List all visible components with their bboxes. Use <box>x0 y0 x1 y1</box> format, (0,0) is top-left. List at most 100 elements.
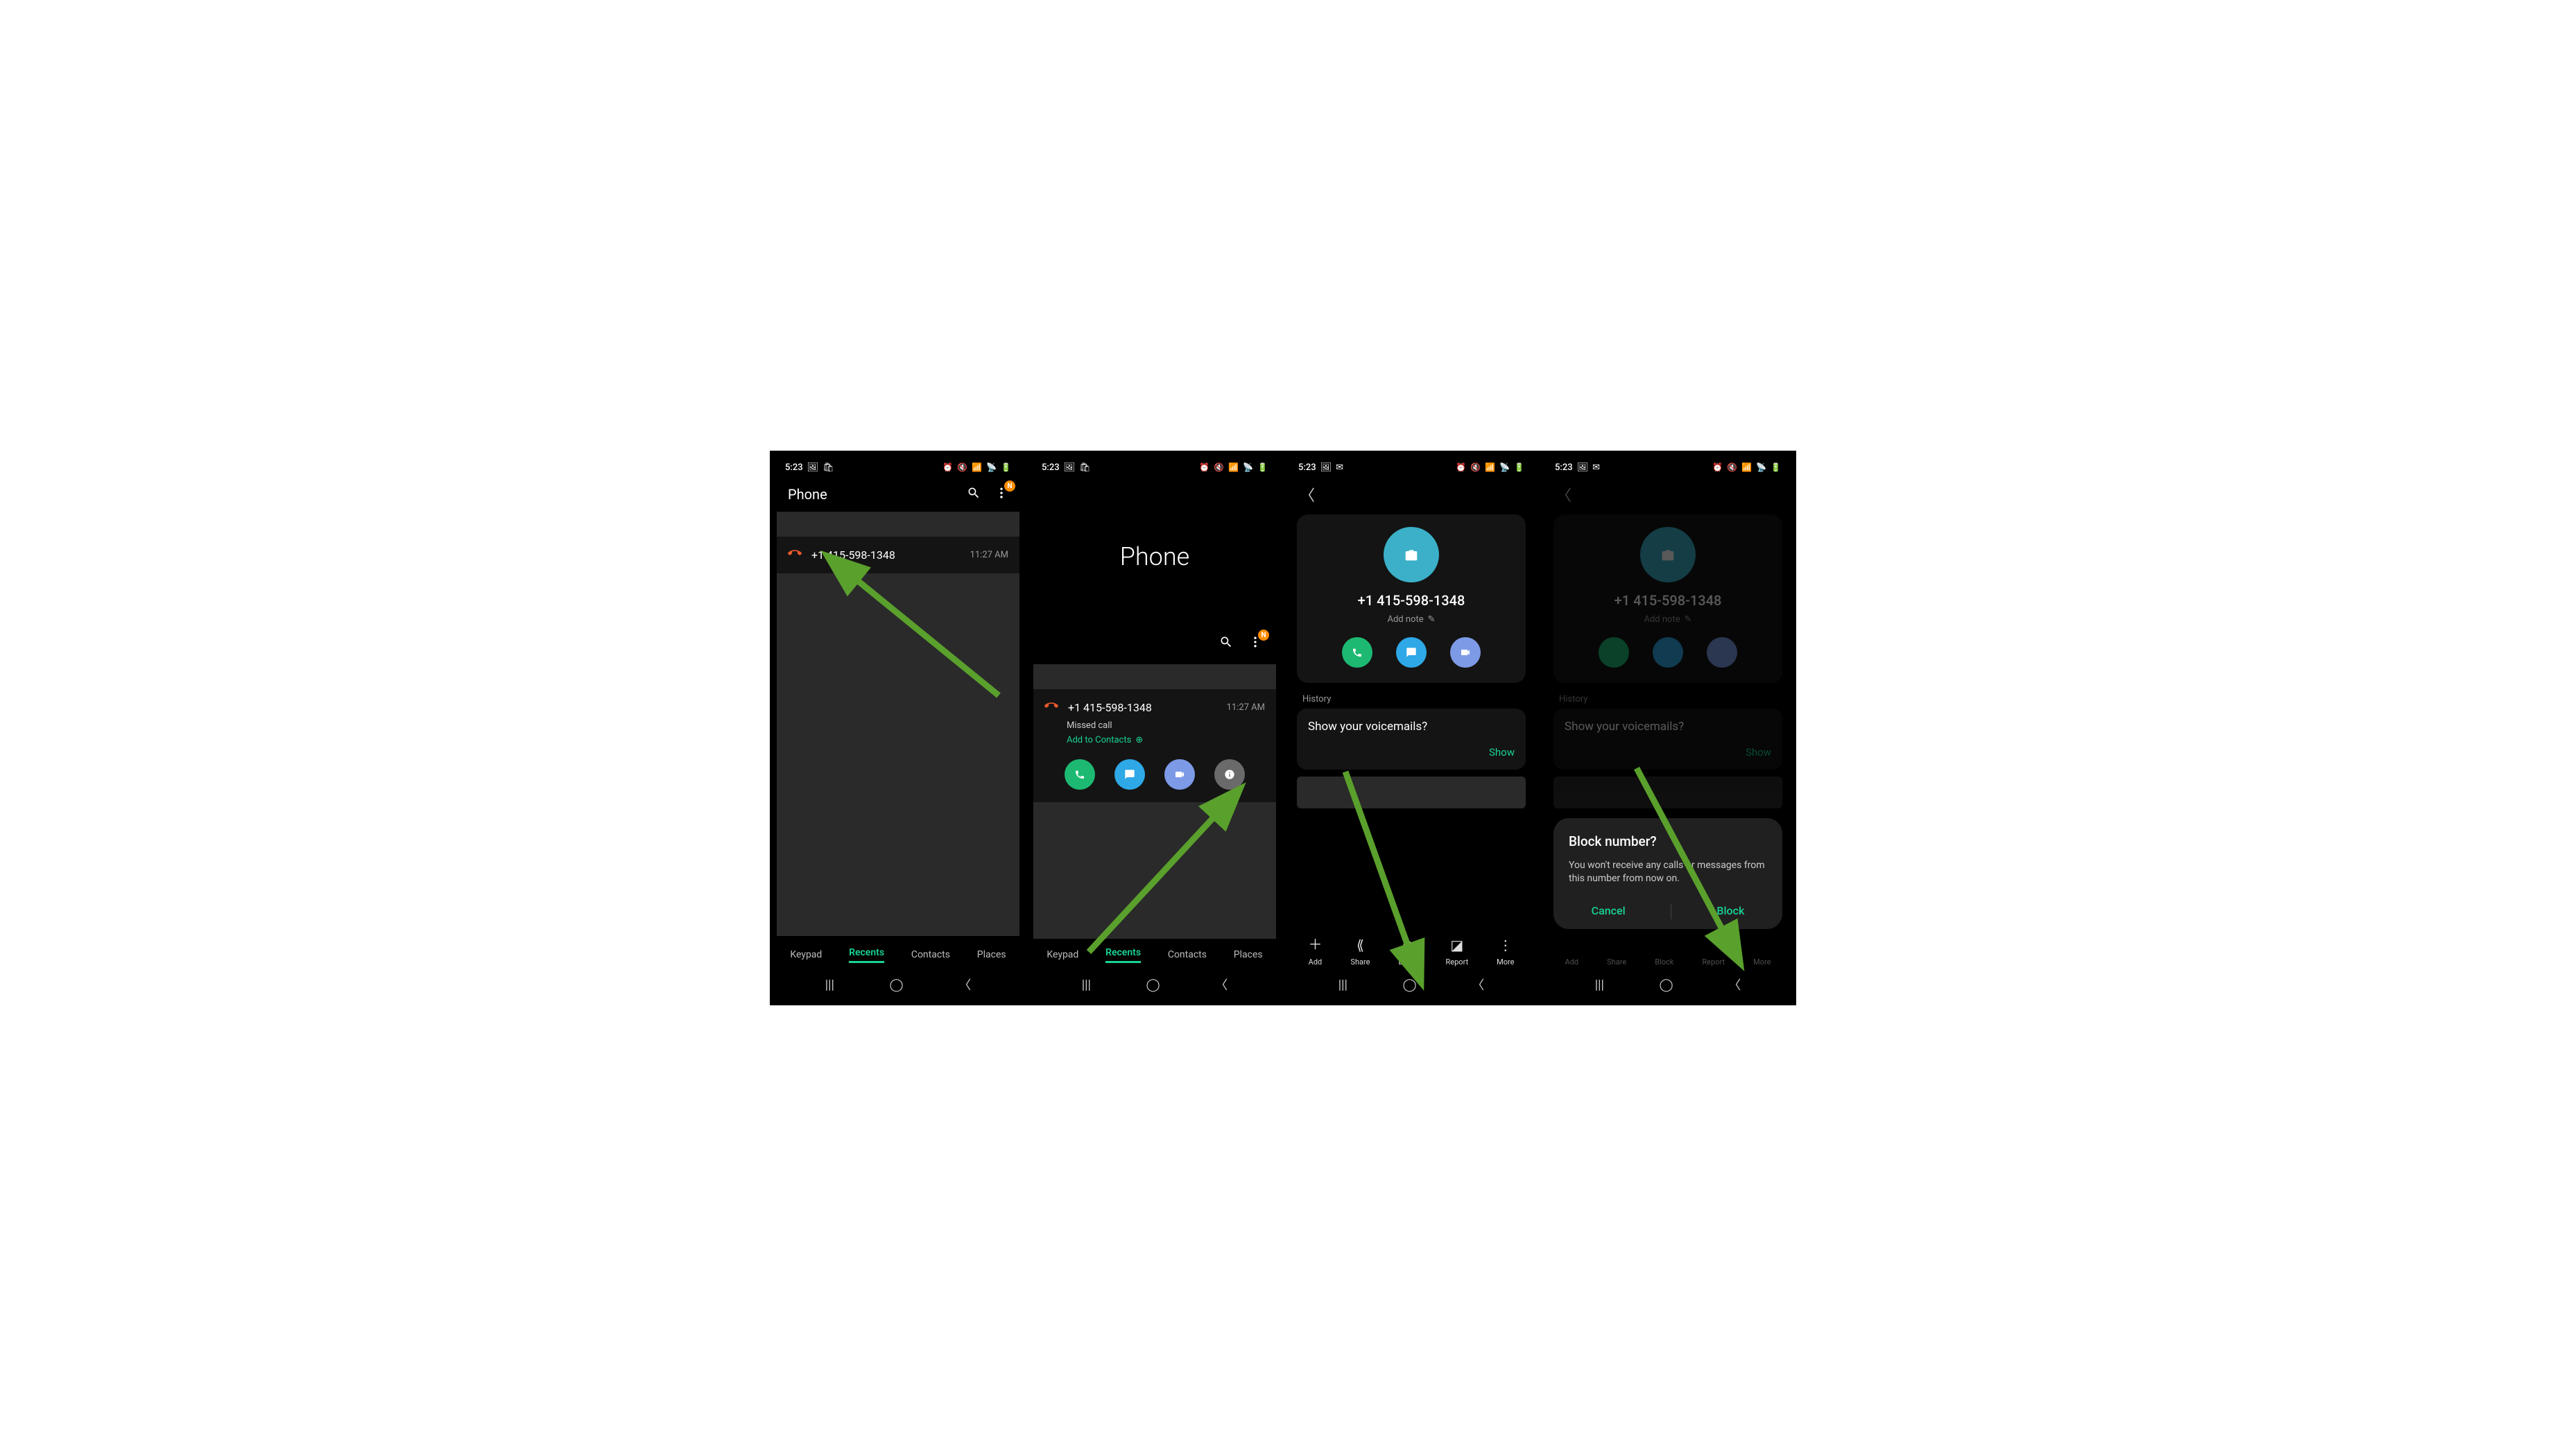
new-badge: N <box>1258 630 1269 641</box>
status-bar: 5:23🖼✉ ⏰🔇📶📡🔋 <box>1547 458 1789 477</box>
clock: 5:23 <box>1555 462 1573 473</box>
info-button[interactable] <box>1214 759 1245 790</box>
mute-icon: 🔇 <box>1727 462 1737 472</box>
detail-header: 〈 <box>1290 477 1533 512</box>
history-label: History <box>1302 694 1520 704</box>
nav-back-icon[interactable]: 〈 <box>958 976 971 994</box>
nav-home-icon[interactable]: ◯ <box>1146 978 1160 992</box>
voicemail-show-link: Show <box>1565 746 1771 759</box>
call-time: 11:27 AM <box>970 550 1008 560</box>
app-header: Phone N <box>777 477 1019 512</box>
wifi-icon: 📶 <box>972 462 982 472</box>
voicemail-title: Show your voicemails? <box>1308 720 1515 734</box>
block-number-dialog: Block number? You won't receive any call… <box>1553 818 1782 929</box>
search-icon[interactable] <box>1219 635 1233 652</box>
back-icon: 〈 <box>1556 483 1572 505</box>
call-time: 11:27 AM <box>1227 702 1265 713</box>
alarm-icon: ⏰ <box>1712 462 1723 472</box>
call-log-row[interactable]: +1 415-598-1348 11:27 AM <box>777 537 1019 573</box>
call-button[interactable] <box>1342 637 1372 668</box>
screen-3: 5:23🖼✉ ⏰🔇📶📡🔋 〈 +1 415-598-1348 Add note✎… <box>1290 458 1533 998</box>
mute-icon: 🔇 <box>1214 462 1224 472</box>
battery-icon: 🔋 <box>1771 462 1781 472</box>
nav-back-icon[interactable]: 〈 <box>1215 976 1228 994</box>
voicemail-show-link[interactable]: Show <box>1308 746 1515 759</box>
overflow-menu-icon[interactable]: N <box>1248 635 1262 652</box>
add-to-contacts-link[interactable]: Add to Contacts ⊕ <box>1067 735 1265 745</box>
notif-icon: 🛍 <box>823 462 834 473</box>
empty-area <box>1033 802 1276 939</box>
search-icon[interactable] <box>967 486 981 503</box>
date-strip <box>777 512 1019 537</box>
nav-recents-icon[interactable]: ||| <box>1338 978 1347 992</box>
tab-places[interactable]: Places <box>977 949 1006 960</box>
back-icon[interactable]: 〈 <box>1300 483 1315 505</box>
screen-4: 5:23🖼✉ ⏰🔇📶📡🔋 〈 +1 415-598-1348 Add note✎… <box>1547 458 1789 998</box>
nav-recents-icon[interactable]: ||| <box>1082 978 1091 992</box>
share-action[interactable]: ⟪Share <box>1350 937 1370 967</box>
block-action[interactable]: ⊘Block <box>1398 937 1417 967</box>
tab-keypad[interactable]: Keypad <box>790 949 822 960</box>
detail-header: 〈 <box>1547 477 1789 512</box>
add-note-link[interactable]: Add note✎ <box>1387 614 1435 625</box>
overflow-menu-icon[interactable]: N <box>994 486 1008 503</box>
nav-recents-icon[interactable]: ||| <box>825 978 834 992</box>
status-bar: 5:23🖼✉ ⏰🔇📶📡🔋 <box>1290 458 1533 477</box>
signal-icon: 📡 <box>1243 462 1253 472</box>
report-action[interactable]: ◪Report <box>1446 937 1469 967</box>
tutorial-strip: 5:23🖼🛍 ⏰🔇📶📡🔋 Phone N +1 415-598-1348 11:… <box>770 451 1796 1005</box>
call-number: +1 415-598-1348 <box>1068 701 1217 714</box>
tab-keypad[interactable]: Keypad <box>1047 949 1078 960</box>
video-button[interactable] <box>1450 637 1481 668</box>
clock: 5:23 <box>1298 462 1316 473</box>
battery-icon: 🔋 <box>1001 462 1011 472</box>
tab-contacts[interactable]: Contacts <box>911 949 950 960</box>
nav-recents-icon[interactable]: ||| <box>1595 978 1604 992</box>
nav-home-icon[interactable]: ◯ <box>1403 978 1417 992</box>
block-button[interactable]: Block <box>1716 904 1744 919</box>
message-button[interactable] <box>1114 759 1145 790</box>
system-nav: ||| ◯ 〈 <box>777 971 1019 998</box>
more-action[interactable]: ⋮More <box>1497 937 1514 967</box>
avatar-icon[interactable] <box>1384 527 1439 582</box>
system-nav: ||| ◯ 〈 <box>1547 971 1789 998</box>
app-title: Phone <box>788 486 827 503</box>
date-strip <box>1033 664 1276 689</box>
add-to-contacts-text: Add to Contacts <box>1067 735 1131 745</box>
add-action[interactable]: ＋Add <box>1308 933 1322 967</box>
notif-icon: 🖼 <box>807 462 819 473</box>
notif-icon: 🛍 <box>1079 462 1091 473</box>
add-note-text: Add note <box>1644 614 1680 625</box>
tab-recents[interactable]: Recents <box>849 947 884 963</box>
missed-call-icon <box>788 546 802 564</box>
video-button <box>1707 637 1737 668</box>
tab-places[interactable]: Places <box>1234 949 1263 960</box>
message-button <box>1653 637 1683 668</box>
call-button[interactable] <box>1065 759 1095 790</box>
add-note-text: Add note <box>1387 614 1423 625</box>
notif-icon: 🖼 <box>1320 462 1332 473</box>
history-item-placeholder <box>1553 777 1782 808</box>
nav-home-icon[interactable]: ◯ <box>1660 978 1673 992</box>
voicemail-card[interactable]: Show your voicemails? Show <box>1297 709 1526 770</box>
video-button[interactable] <box>1164 759 1195 790</box>
call-button <box>1599 637 1629 668</box>
contact-number: +1 415-598-1348 <box>1614 592 1722 609</box>
mute-icon: 🔇 <box>957 462 967 472</box>
signal-icon: 📡 <box>1756 462 1766 472</box>
tab-contacts[interactable]: Contacts <box>1168 949 1207 960</box>
contact-number: +1 415-598-1348 <box>1358 592 1465 609</box>
cancel-button[interactable]: Cancel <box>1592 904 1626 919</box>
nav-back-icon[interactable]: 〈 <box>1728 976 1741 994</box>
empty-area <box>777 573 1019 936</box>
nav-back-icon[interactable]: 〈 <box>1472 976 1484 994</box>
wifi-icon: 📶 <box>1741 462 1752 472</box>
clock: 5:23 <box>1042 462 1060 473</box>
bottom-action-bar: ＋Add ⟪Share ⊘Block ◪Report ⋮More <box>1290 926 1533 971</box>
nav-home-icon[interactable]: ◯ <box>890 978 904 992</box>
tab-recents[interactable]: Recents <box>1105 947 1141 963</box>
add-label: Add <box>1309 957 1323 967</box>
bottom-tabs: Keypad Recents Contacts Places <box>1033 939 1276 971</box>
notif-icon: 🖼 <box>1064 462 1076 473</box>
message-button[interactable] <box>1396 637 1427 668</box>
